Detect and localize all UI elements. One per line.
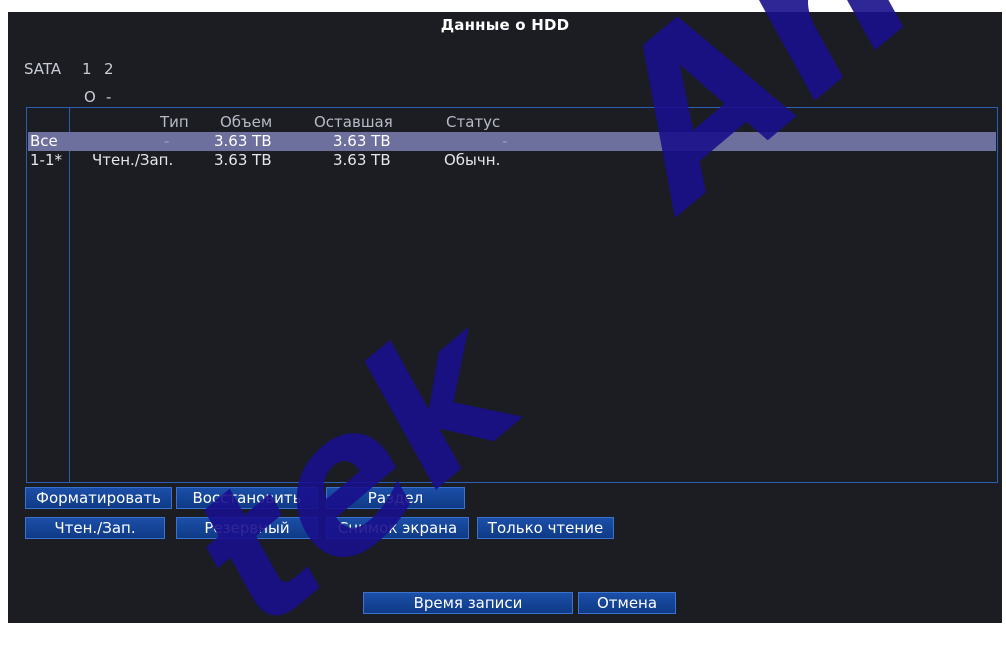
sata-port-2: 2	[104, 60, 114, 78]
format-button[interactable]: Форматировать	[25, 487, 172, 509]
row-remaining: 3.63 TB	[333, 132, 391, 150]
row-remaining: 3.63 TB	[333, 151, 391, 169]
row-type: Чтен./Зап.	[92, 151, 174, 169]
cancel-button[interactable]: Отмена	[578, 592, 676, 614]
sata-states-row: O-	[84, 88, 128, 106]
partition-button[interactable]: Раздел	[326, 487, 465, 509]
row-capacity: 3.63 TB	[214, 132, 272, 150]
table-row[interactable]: 1-1* Чтен./Зап. 3.63 TB 3.63 TB Обычн.	[28, 151, 996, 171]
hdd-info-window: Данные о HDD SATA 1 2 O- Тип Объем Оставша…	[8, 12, 1002, 623]
column-header-status: Статус	[446, 113, 501, 131]
sata-state-2: -	[106, 88, 112, 106]
row-status: Обычн.	[444, 151, 501, 169]
record-time-button[interactable]: Время записи	[363, 592, 573, 614]
sata-state-1: O	[84, 88, 96, 106]
sata-port-1: 1	[82, 60, 92, 78]
sata-ports-row: SATA 1 2	[24, 60, 126, 78]
snapshot-button[interactable]: Снимок экрана	[326, 517, 469, 539]
row-capacity: 3.63 TB	[214, 151, 272, 169]
table-row[interactable]: Все - 3.63 TB 3.63 TB -	[28, 132, 996, 151]
hdd-table: Тип Объем Оставшая Статус Все - 3.63 TB …	[26, 107, 998, 483]
column-header-type: Тип	[160, 113, 189, 131]
column-header-remaining: Оставшая	[314, 113, 393, 131]
sata-label: SATA	[24, 60, 62, 78]
backup-button[interactable]: Резервный	[176, 517, 318, 539]
row-status: -	[502, 132, 508, 150]
readwrite-button[interactable]: Чтен./Зап.	[25, 517, 165, 539]
readonly-button[interactable]: Только чтение	[477, 517, 614, 539]
row-type: -	[164, 132, 170, 150]
row-id: Все	[30, 132, 58, 150]
window-title: Данные о HDD	[440, 16, 570, 34]
column-header-capacity: Объем	[220, 113, 273, 131]
row-id: 1-1*	[30, 151, 62, 169]
restore-button[interactable]: Восстановить	[176, 487, 318, 509]
